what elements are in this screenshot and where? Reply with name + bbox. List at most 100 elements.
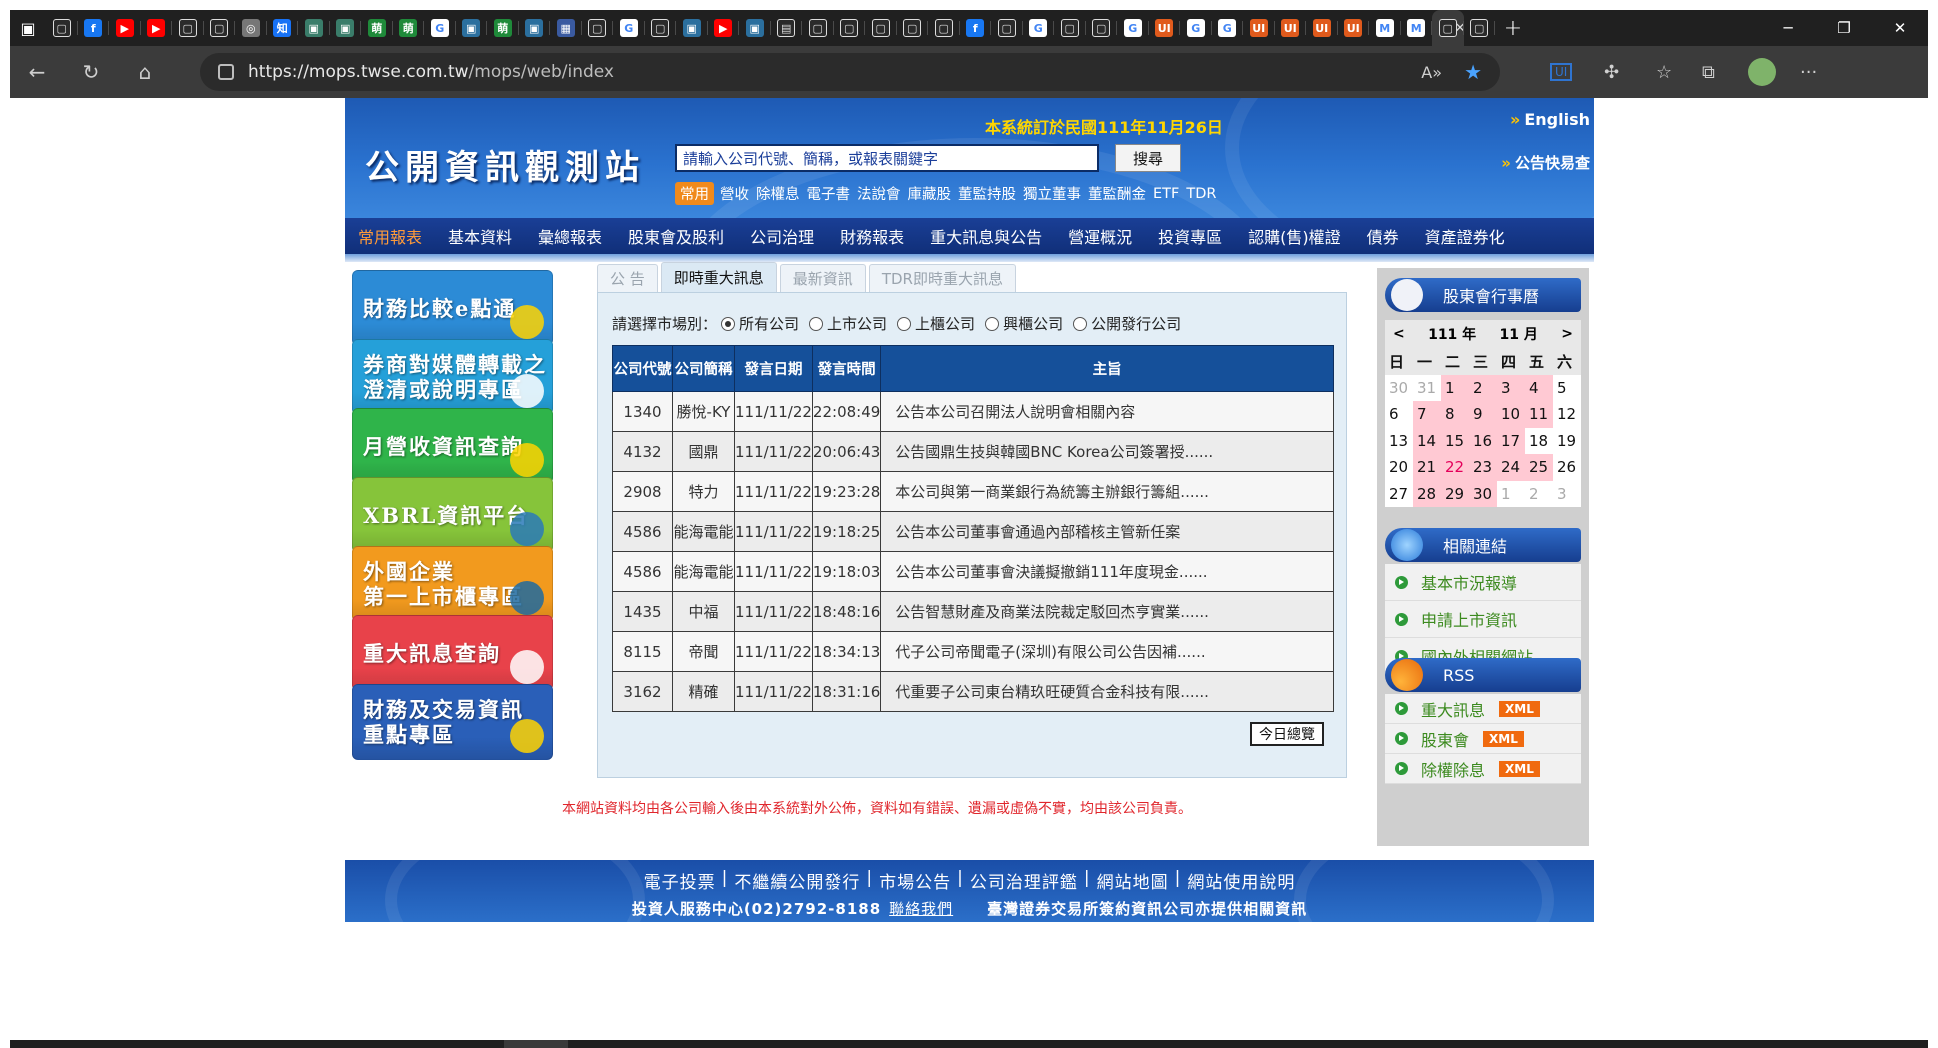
nav-item[interactable]: 投資專區 bbox=[1145, 224, 1235, 248]
market-radio[interactable]: 公開發行公司 bbox=[1073, 313, 1181, 334]
browser-tab[interactable]: UI bbox=[1306, 10, 1338, 46]
calendar-day[interactable]: 19 bbox=[1553, 428, 1581, 455]
browser-tab[interactable]: ▢ bbox=[1464, 10, 1496, 46]
calendar-day[interactable]: 28 bbox=[1413, 480, 1441, 507]
english-link[interactable]: » English bbox=[1510, 110, 1590, 129]
taskbar-item[interactable] bbox=[504, 1040, 568, 1048]
more-menu-icon[interactable]: ··· bbox=[1800, 46, 1817, 98]
related-link[interactable]: 基本市況報導 bbox=[1385, 564, 1581, 601]
table-row[interactable]: 1340 勝悅-KY 111/11/22 22:08:49 公告本公司召開法人說明會相關… bbox=[612, 391, 1334, 432]
side-banner[interactable]: 外國企業 第一上市櫃專區 bbox=[352, 546, 553, 622]
common-link[interactable]: 董監持股 bbox=[958, 183, 1016, 204]
today-overview-button[interactable]: 今日總覽 bbox=[1250, 722, 1324, 746]
home-icon[interactable]: ⌂ bbox=[118, 46, 172, 98]
calendar-day[interactable]: 26 bbox=[1553, 454, 1581, 481]
browser-tab[interactable]: f bbox=[78, 10, 110, 46]
back-icon[interactable]: ← bbox=[10, 46, 64, 98]
profile-avatar[interactable] bbox=[1748, 46, 1776, 98]
browser-tab[interactable]: 萌 bbox=[361, 10, 393, 46]
calendar-day[interactable]: 20 bbox=[1385, 454, 1413, 481]
calendar-day[interactable]: 12 bbox=[1553, 401, 1581, 428]
subject-cell[interactable]: 公告本公司董事會通過內部稽核主管新任案 bbox=[880, 511, 1334, 552]
quick-announce-link[interactable]: » 公告快易查 bbox=[1501, 152, 1590, 173]
common-link[interactable]: 電子書 bbox=[807, 183, 851, 204]
browser-tab[interactable]: G bbox=[424, 10, 456, 46]
browser-tab[interactable]: M bbox=[1401, 10, 1433, 46]
browser-tab[interactable]: ▢ bbox=[1054, 10, 1086, 46]
subject-cell[interactable]: 公告國鼎生技與韓國BNC Korea公司簽署授...... bbox=[880, 431, 1334, 472]
market-radio[interactable]: 上櫃公司 bbox=[897, 313, 975, 334]
table-row[interactable]: 4586 能海電能 111/11/22 19:18:03 公告本公司董事會決議擬撤銷11… bbox=[612, 551, 1334, 592]
market-radio[interactable]: 所有公司 bbox=[721, 313, 799, 334]
nav-item[interactable]: 債券 bbox=[1354, 224, 1412, 248]
browser-tab[interactable]: ▢ bbox=[865, 10, 897, 46]
favorite-star-icon[interactable]: ★ bbox=[1464, 60, 1482, 84]
subject-cell[interactable]: 代重要子公司東台精玖旺硬質合金科技有限...... bbox=[880, 671, 1334, 712]
calendar-day[interactable]: 3 bbox=[1497, 374, 1525, 401]
browser-tab[interactable]: ▣ bbox=[676, 10, 708, 46]
side-banner[interactable]: 重大訊息查詢 bbox=[352, 615, 553, 691]
radio-button[interactable] bbox=[985, 316, 1000, 331]
minimize-icon[interactable]: ─ bbox=[1760, 10, 1816, 46]
calendar-day[interactable]: 9 bbox=[1469, 401, 1497, 428]
browser-tab[interactable]: 知 bbox=[267, 10, 299, 46]
browser-tab[interactable]: ▢ bbox=[928, 10, 960, 46]
calendar-day[interactable]: 1 bbox=[1441, 374, 1469, 401]
calendar-day[interactable]: 21 bbox=[1413, 454, 1441, 481]
common-link[interactable]: 董監酬金 bbox=[1088, 183, 1146, 204]
read-aloud-icon[interactable]: A» bbox=[1421, 63, 1442, 82]
browser-tab[interactable]: ▣ bbox=[298, 10, 330, 46]
browser-tab[interactable]: ▢ ✕ bbox=[1432, 10, 1466, 46]
browser-tab[interactable]: ▣ bbox=[456, 10, 488, 46]
footer-link[interactable]: 市場公告 bbox=[879, 868, 951, 893]
browser-tab[interactable]: UI bbox=[1243, 10, 1275, 46]
nav-item[interactable]: 認購(售)權證 bbox=[1235, 224, 1354, 248]
calendar-day[interactable]: 2 bbox=[1525, 481, 1553, 508]
common-link[interactable]: 庫藏股 bbox=[908, 183, 952, 204]
table-row[interactable]: 4132 國鼎 111/11/22 20:06:43 公告國鼎生技與韓國BNC Kore… bbox=[612, 431, 1334, 472]
contact-us-link[interactable]: 聯絡我們 bbox=[889, 898, 953, 919]
lock-icon[interactable] bbox=[218, 64, 234, 80]
browser-tab[interactable]: ▶ bbox=[109, 10, 141, 46]
nav-item[interactable]: 常用報表 bbox=[345, 224, 435, 248]
side-banner[interactable]: 財務比較e點通 bbox=[352, 270, 553, 346]
calendar-day[interactable]: 24 bbox=[1497, 454, 1525, 481]
calendar-day[interactable]: 4 bbox=[1525, 374, 1553, 401]
news-tab[interactable]: 公 告 bbox=[597, 264, 658, 292]
table-row[interactable]: 4586 能海電能 111/11/22 19:18:25 公告本公司董事會通過內部稽核主… bbox=[612, 511, 1334, 552]
calendar-day[interactable]: 18 bbox=[1525, 428, 1553, 455]
browser-tab[interactable]: ▢ bbox=[991, 10, 1023, 46]
common-link[interactable]: 法說會 bbox=[857, 183, 901, 204]
footer-link[interactable]: 網站地圖 bbox=[1097, 868, 1169, 893]
market-radio[interactable]: 興櫃公司 bbox=[985, 313, 1063, 334]
browser-tab[interactable]: G bbox=[613, 10, 645, 46]
browser-tab[interactable]: ▤ bbox=[771, 10, 803, 46]
calendar-day[interactable]: 10 bbox=[1497, 401, 1525, 428]
browser-tab[interactable]: ▶ bbox=[708, 10, 740, 46]
browser-tab[interactable]: G bbox=[1180, 10, 1212, 46]
browser-tab[interactable]: UI bbox=[1338, 10, 1370, 46]
browser-tab[interactable]: ▢ bbox=[834, 10, 866, 46]
restore-icon[interactable]: ❐ bbox=[1816, 10, 1872, 46]
browser-tab[interactable]: 萌 bbox=[487, 10, 519, 46]
search-button[interactable]: 搜尋 bbox=[1115, 144, 1181, 172]
calendar-day[interactable]: 7 bbox=[1413, 401, 1441, 428]
common-link[interactable]: 營收 bbox=[720, 183, 749, 204]
browser-tab[interactable]: ◎ bbox=[235, 10, 267, 46]
calendar-day[interactable]: 3 bbox=[1553, 481, 1581, 508]
nav-item[interactable]: 財務報表 bbox=[827, 224, 917, 248]
browser-tab[interactable]: ▣ bbox=[739, 10, 771, 46]
nav-item[interactable]: 彙總報表 bbox=[525, 224, 615, 248]
table-row[interactable]: 2908 特力 111/11/22 19:23:28 本公司與第一商業銀行為統籌主辦銀行… bbox=[612, 471, 1334, 512]
extension-ui-icon[interactable]: UI bbox=[1550, 46, 1573, 98]
browser-tab[interactable]: ▣ bbox=[330, 10, 362, 46]
subject-cell[interactable]: 公告本公司董事會決議擬撤銷111年度現金...... bbox=[880, 551, 1334, 592]
news-tab[interactable]: 即時重大訊息 bbox=[660, 262, 777, 292]
radio-button[interactable] bbox=[897, 316, 912, 331]
calendar-day[interactable]: 6 bbox=[1385, 401, 1413, 428]
common-link[interactable]: 除權息 bbox=[756, 183, 800, 204]
new-tab-button[interactable]: + bbox=[1495, 10, 1531, 46]
next-month-button[interactable]: > bbox=[1561, 326, 1573, 342]
radio-button[interactable] bbox=[809, 316, 824, 331]
tab-actions-icon[interactable]: ▣ bbox=[10, 10, 46, 46]
